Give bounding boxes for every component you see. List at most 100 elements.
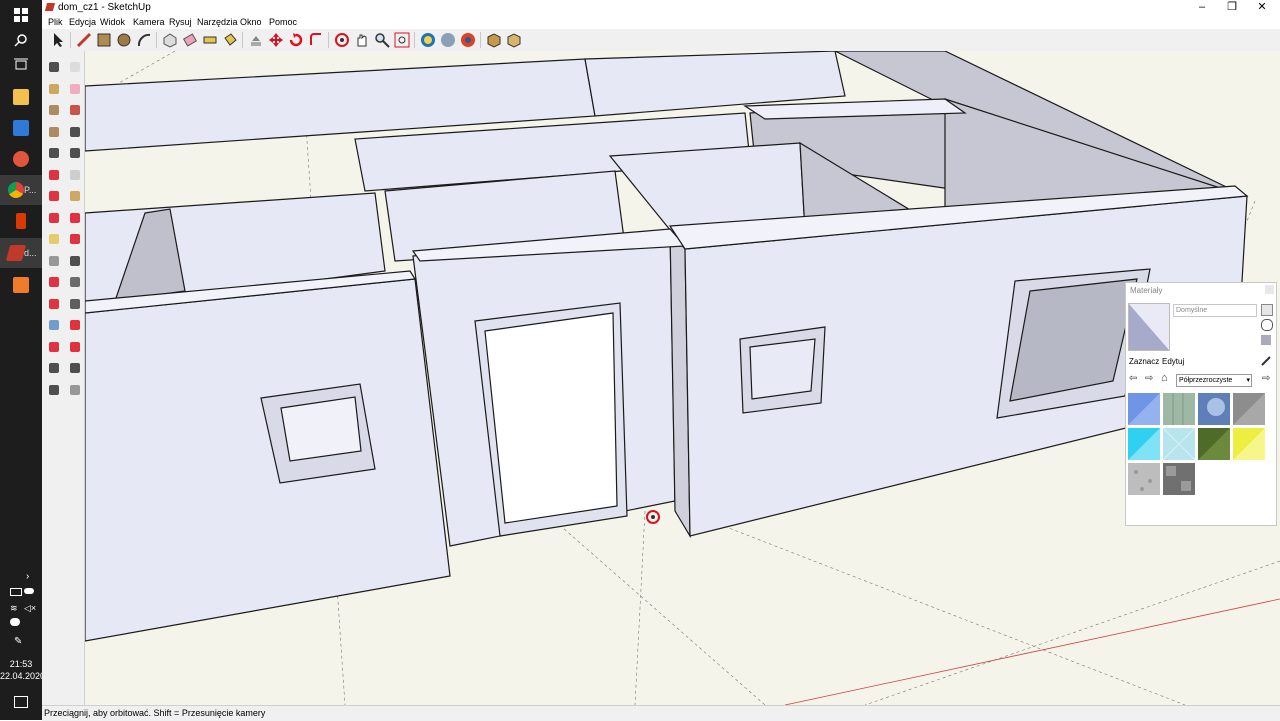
scale-icon[interactable] [46, 210, 62, 226]
menu-okno[interactable]: Okno [240, 17, 262, 27]
pan-icon[interactable] [67, 296, 83, 312]
sketchup-icon[interactable]: d... [0, 238, 42, 268]
keyboard-icon[interactable] [10, 588, 22, 596]
home-icon[interactable]: ⌂ [1161, 372, 1168, 384]
paint-bucket-icon[interactable] [46, 81, 62, 97]
paint-bucket-icon[interactable] [222, 32, 238, 48]
select-arrow-icon[interactable] [50, 32, 66, 48]
move-icon[interactable] [268, 32, 284, 48]
swatch-translucent-gray[interactable] [1233, 393, 1265, 425]
menu-pomoc[interactable]: Pomoc [269, 17, 297, 27]
material-name-field[interactable]: Domyślne [1173, 304, 1257, 317]
polygon-icon[interactable] [46, 145, 62, 161]
tab-edytuj[interactable]: Edytuj [1162, 357, 1184, 366]
components-box-icon[interactable] [486, 32, 502, 48]
pan-hand-icon[interactable] [354, 32, 370, 48]
orbit-icon[interactable] [334, 32, 350, 48]
swatch-translucent-cyan[interactable] [1128, 428, 1160, 460]
menu-widok[interactable]: Widok [100, 17, 125, 27]
zoom-icon[interactable] [46, 317, 62, 333]
zoom-extents-icon[interactable] [67, 339, 83, 355]
volume-icon[interactable]: ◁× [24, 603, 36, 614]
pen-icon[interactable]: ✎ [14, 636, 22, 647]
orbit-icon[interactable] [46, 296, 62, 312]
swatch-translucent-sky[interactable] [1198, 393, 1230, 425]
sample-paint-icon[interactable] [1261, 355, 1271, 366]
circle-icon[interactable] [116, 32, 132, 48]
menu-plik[interactable]: Plik [48, 17, 63, 27]
move-icon[interactable] [46, 167, 62, 183]
share-model-icon[interactable] [440, 32, 456, 48]
arc-icon[interactable] [136, 32, 152, 48]
section-plane-icon[interactable] [67, 382, 83, 398]
swatch-translucent-noise[interactable] [1128, 463, 1160, 495]
model-viewport[interactable] [85, 51, 1280, 705]
menu-edycja[interactable]: Edycja [69, 17, 96, 27]
zoom-window-icon[interactable] [67, 317, 83, 333]
position-camera-icon[interactable] [46, 382, 62, 398]
swatch-translucent-pattern[interactable] [1163, 463, 1195, 495]
menu-kamera[interactable]: Kamera [133, 17, 165, 27]
rectangle-icon[interactable] [46, 102, 62, 118]
save-disk-icon[interactable] [0, 113, 42, 143]
panel-collapse-icon[interactable] [1265, 285, 1274, 294]
circle-icon[interactable] [46, 124, 62, 140]
get-models-icon[interactable] [420, 32, 436, 48]
offset-icon[interactable] [308, 32, 324, 48]
chrome-icon[interactable]: P... [0, 175, 42, 205]
select-icon[interactable] [46, 59, 62, 75]
swatch-translucent-yellow[interactable] [1233, 428, 1265, 460]
rectangle-icon[interactable] [96, 32, 112, 48]
display-secondary-icon[interactable] [1261, 319, 1273, 331]
recorder-icon[interactable] [0, 270, 42, 300]
details-arrow-icon[interactable]: ⇨ [1262, 373, 1270, 384]
close-button[interactable]: ✕ [1244, 0, 1280, 15]
follow-me-icon[interactable] [67, 188, 83, 204]
extension-warehouse-icon[interactable] [460, 32, 476, 48]
push-pull-icon[interactable] [248, 32, 264, 48]
eraser-icon[interactable] [67, 59, 83, 75]
file-explorer-icon[interactable] [0, 82, 42, 112]
task-view-icon[interactable] [0, 50, 42, 80]
push-pull-icon[interactable] [67, 167, 83, 183]
settings-gear-icon[interactable] [0, 144, 42, 174]
back-arrow-icon[interactable]: ⇦ [1129, 373, 1137, 384]
chevron-up-icon[interactable]: › [26, 571, 29, 582]
offset-icon[interactable] [67, 210, 83, 226]
protractor-icon[interactable] [46, 253, 62, 269]
zoom-extents-icon[interactable] [394, 32, 410, 48]
pencil-line-icon[interactable] [76, 32, 92, 48]
notifications-icon[interactable] [14, 696, 28, 708]
tape-measure-icon[interactable] [46, 231, 62, 247]
menu-narzedzia[interactable]: Narzędzia [197, 17, 238, 27]
previous-view-icon[interactable] [46, 339, 62, 355]
walk-icon[interactable] [46, 360, 62, 376]
swatch-translucent-green-glass[interactable] [1163, 393, 1195, 425]
rotate-icon[interactable] [288, 32, 304, 48]
system-clock[interactable]: 21:53 22.04.2020 [0, 658, 45, 682]
menu-rysuj[interactable]: Rysuj [169, 17, 192, 27]
office-icon[interactable] [0, 206, 42, 236]
create-material-icon[interactable] [1261, 304, 1273, 316]
tape-measure-icon[interactable] [202, 32, 218, 48]
materials-box-icon[interactable] [506, 32, 522, 48]
freehand-icon[interactable] [67, 145, 83, 161]
3d-text-icon[interactable] [67, 274, 83, 290]
arc-icon[interactable] [67, 124, 83, 140]
eraser-icon[interactable] [182, 32, 198, 48]
swatch-translucent-blue[interactable] [1128, 393, 1160, 425]
swatch-translucent-olive[interactable] [1198, 428, 1230, 460]
network-icon[interactable]: ≋ [10, 603, 18, 614]
zoom-icon[interactable] [374, 32, 390, 48]
axes-icon[interactable] [46, 274, 62, 290]
component-icon[interactable] [162, 32, 178, 48]
rotate-icon[interactable] [46, 188, 62, 204]
default-material-icon[interactable] [1261, 335, 1271, 345]
tab-zaznacz[interactable]: Zaznacz [1129, 357, 1159, 366]
forward-arrow-icon[interactable]: ⇨ [1145, 373, 1153, 384]
text-icon[interactable] [67, 253, 83, 269]
eraser-alt-icon[interactable] [67, 81, 83, 97]
dimension-icon[interactable] [67, 231, 83, 247]
cloud-icon[interactable] [10, 618, 20, 626]
battery-icon[interactable] [24, 588, 34, 594]
